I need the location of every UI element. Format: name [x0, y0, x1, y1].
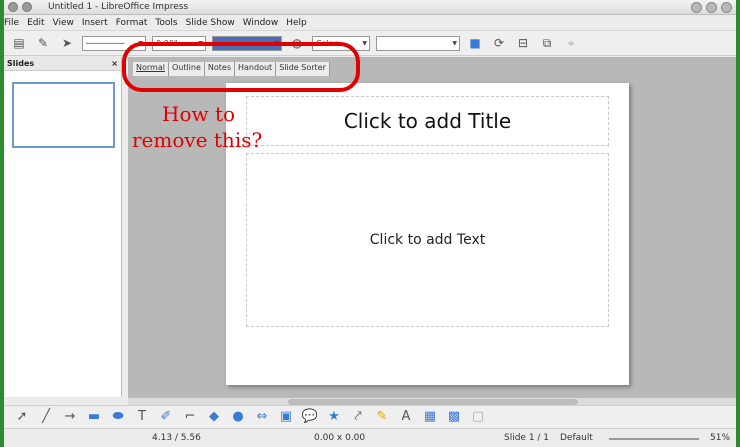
title-placeholder[interactable]: Click to add Title: [246, 96, 609, 146]
gallery-icon[interactable]: ▩: [446, 408, 462, 426]
text-icon[interactable]: T: [134, 408, 150, 426]
symbol-shapes-icon[interactable]: ●: [230, 408, 246, 426]
window-menu-icon[interactable]: [8, 2, 18, 12]
menu-format[interactable]: Format: [116, 18, 148, 28]
callouts-icon[interactable]: 💬: [302, 408, 318, 426]
window-icon: [22, 2, 32, 12]
rotate-icon[interactable]: ⟳: [490, 34, 508, 52]
menu-file[interactable]: File: [4, 18, 19, 28]
title-bar: Untitled 1 - LibreOffice Impress: [4, 0, 736, 15]
maximize-button[interactable]: [706, 1, 717, 13]
menu-view[interactable]: View: [53, 18, 74, 28]
shadow-icon[interactable]: ■: [466, 34, 484, 52]
slide-canvas[interactable]: Click to add Title Click to add Text: [226, 83, 629, 385]
extrusion-icon[interactable]: ▢: [470, 408, 486, 426]
close-button[interactable]: [721, 1, 732, 13]
close-pane-icon[interactable]: ×: [111, 59, 118, 68]
window-title: Untitled 1 - LibreOffice Impress: [48, 2, 189, 12]
slide-thumbnail[interactable]: [12, 82, 115, 148]
annotation-line1: How to: [162, 102, 236, 126]
drawing-toolbar: ➚ ╱ → ▬ ⬬ T ✐ ⌐ ◆ ● ⇔ ▣ 💬 ★ ⤤ ✎ A ▦ ▩ ▢: [4, 405, 736, 427]
menu-window[interactable]: Window: [243, 18, 279, 28]
app-window: Untitled 1 - LibreOffice Impress File Ed…: [4, 0, 736, 447]
slide-counter: Slide 1 / 1: [504, 433, 550, 443]
slide-style-icon[interactable]: ▤: [10, 34, 28, 52]
layout-name: Default: [560, 433, 593, 443]
insert-image-icon[interactable]: ▦: [422, 408, 438, 426]
menu-tools[interactable]: Tools: [155, 18, 177, 28]
menu-bar: File Edit View Insert Format Tools Slide…: [4, 15, 736, 30]
block-arrows-icon[interactable]: ⇔: [254, 408, 270, 426]
stars-icon[interactable]: ★: [326, 408, 342, 426]
minimize-button[interactable]: [691, 1, 702, 13]
line-fill-toolbar: ▤ ✎ ➤ ──────── 0.00" ◍ Color ■ ⟳ ⊟ ⧉ ⌖: [4, 30, 736, 56]
connector-icon[interactable]: ⌐: [182, 408, 198, 426]
zoom-slider[interactable]: [609, 438, 699, 440]
line-icon[interactable]: ╱: [38, 408, 54, 426]
menu-edit[interactable]: Edit: [27, 18, 44, 28]
points-icon[interactable]: ⌖: [562, 34, 580, 52]
menu-help[interactable]: Help: [286, 18, 307, 28]
annotation-highlight: [122, 42, 360, 92]
zoom-level: 51%: [710, 433, 731, 443]
status-bar: 4.13 / 5.56 0.00 x 0.00 Slide 1 / 1 Defa…: [4, 428, 736, 447]
points-edit-icon[interactable]: ⤤: [350, 408, 366, 426]
area-fill-select[interactable]: [376, 35, 460, 51]
menu-slide-show[interactable]: Slide Show: [186, 18, 235, 28]
eyedropper-icon[interactable]: ✎: [34, 34, 52, 52]
menu-insert[interactable]: Insert: [82, 18, 108, 28]
size-readout: 0.00 x 0.00: [314, 433, 366, 443]
slides-pane-header: Slides ×: [4, 57, 121, 71]
slides-pane: Slides × 1: [4, 57, 122, 397]
glue-points-icon[interactable]: ✎: [374, 408, 390, 426]
position-readout: 4.13 / 5.56: [152, 433, 201, 443]
basic-shapes-icon[interactable]: ◆: [206, 408, 222, 426]
select-icon[interactable]: ➚: [14, 408, 30, 426]
arrow-style-icon[interactable]: ➤: [58, 34, 76, 52]
arrow-line-icon[interactable]: →: [62, 408, 78, 426]
text-placeholder[interactable]: Click to add Text: [246, 153, 609, 327]
slides-pane-title: Slides: [7, 59, 35, 68]
rectangle-icon[interactable]: ▬: [86, 408, 102, 426]
workspace: Slides × 1 Normal Outline Notes Handout …: [4, 57, 736, 406]
align-icon[interactable]: ⊟: [514, 34, 532, 52]
arrange-icon[interactable]: ⧉: [538, 34, 556, 52]
annotation-line2: remove this?: [132, 128, 263, 152]
ellipse-icon[interactable]: ⬬: [110, 408, 126, 426]
curve-icon[interactable]: ✐: [158, 408, 174, 426]
flowchart-icon[interactable]: ▣: [278, 408, 294, 426]
fontwork-icon[interactable]: A: [398, 408, 414, 426]
